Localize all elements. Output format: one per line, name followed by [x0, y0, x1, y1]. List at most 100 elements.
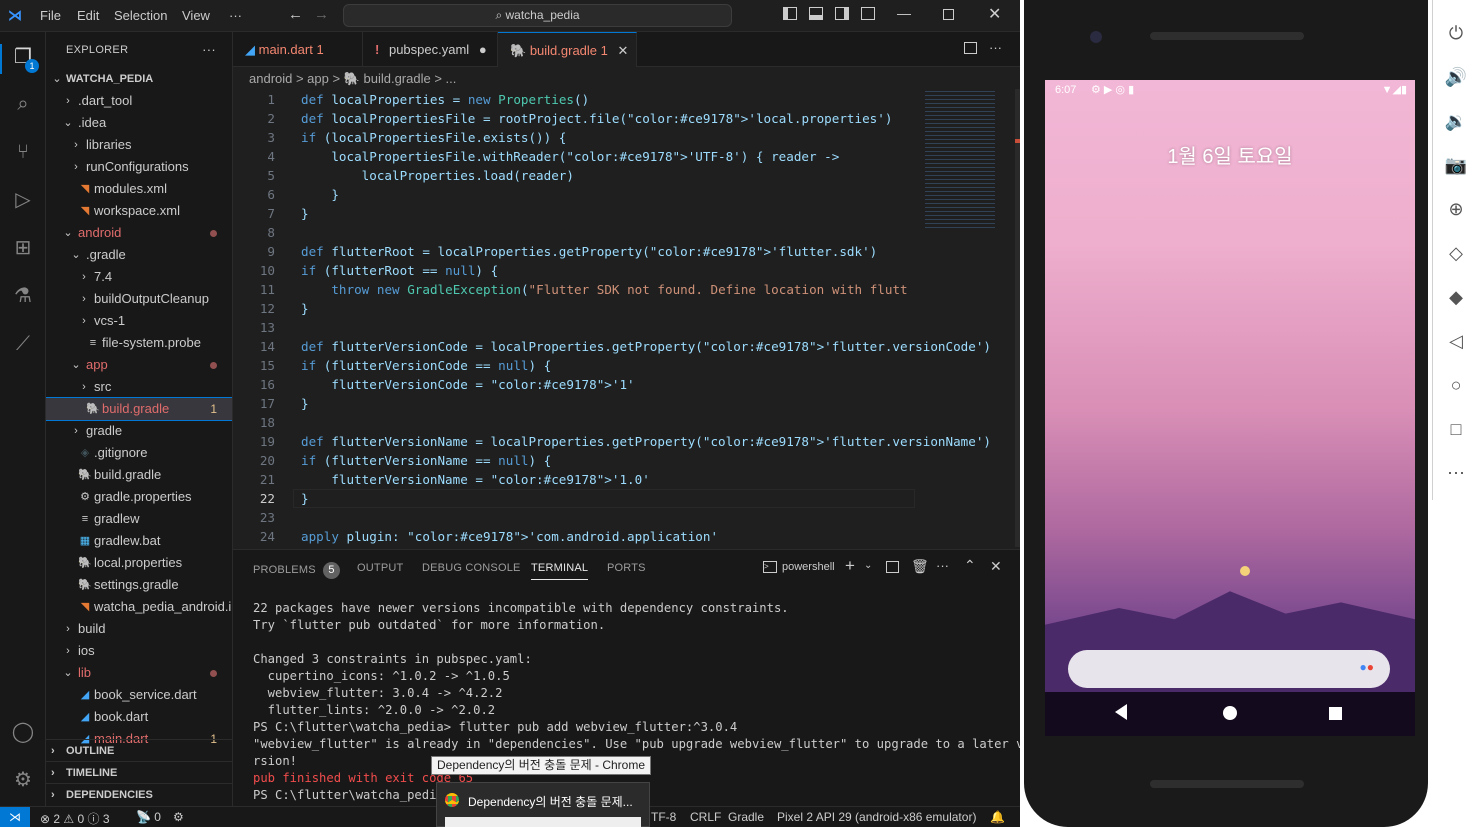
code-editor[interactable]: 1 def localProperties = new Properties() 2… [233, 89, 1020, 547]
tree-item[interactable]: ⌄ .idea [46, 112, 232, 134]
tree-item[interactable]: › runConfigurations [46, 156, 232, 178]
tab-terminal[interactable]: TERMINAL [531, 562, 589, 580]
ports-status[interactable]: 📡 0 [136, 810, 161, 824]
maximize-panel-icon[interactable]: ⌃ [964, 557, 976, 574]
menu-view[interactable]: View [182, 8, 210, 23]
back-arrow-icon[interactable]: ← [288, 6, 303, 23]
home-icon[interactable]: ○ [1443, 372, 1469, 398]
tab-debug-console[interactable]: DEBUG CONSOLE [422, 562, 521, 574]
terminal-line[interactable]: PS C:\flutter\watcha_pedia [253, 787, 444, 804]
tree-item[interactable]: ⚙ gradle.properties [46, 486, 232, 508]
terminal-line[interactable]: "webview_flutter" is already in "depende… [253, 736, 1020, 753]
close-window-icon[interactable]: ✕ [988, 4, 1001, 24]
minimize-icon[interactable]: — [897, 5, 911, 21]
power-icon[interactable]: ⏻ [1443, 20, 1469, 46]
tree-item[interactable]: › gradle [46, 420, 232, 442]
overview-icon[interactable]: □ [1443, 416, 1469, 442]
rotate-left-icon[interactable]: ◇ [1443, 240, 1469, 266]
nav-recents-icon[interactable] [1329, 707, 1342, 720]
new-terminal-icon[interactable]: + [845, 556, 855, 576]
nav-back-icon[interactable] [1115, 704, 1127, 720]
chevron-down-icon[interactable]: ⌄ [864, 560, 872, 571]
camera-icon[interactable]: 📷 [1443, 152, 1469, 178]
code-line[interactable]: } [301, 394, 309, 413]
menu-selection[interactable]: Selection [114, 8, 167, 23]
terminal-line[interactable]: cupertino_icons: ^1.0.2 -> ^1.0.5 [253, 668, 510, 685]
code-line[interactable]: } [301, 204, 309, 223]
tab-pubspec-yaml[interactable]: ! pubspec.yaml ● [363, 32, 498, 67]
workspace-root[interactable]: ⌄ WATCHA_PEDIA [46, 68, 232, 90]
code-line[interactable]: def localProperties = new Properties() [301, 90, 589, 109]
device-status[interactable]: Pixel 2 API 29 (android-x86 emulator) [777, 810, 976, 824]
tab-output[interactable]: OUTPUT [357, 562, 403, 574]
code-line[interactable]: apply plugin: "color:#ce9178">'com.andro… [301, 527, 718, 546]
more-icon[interactable]: ⋯ [1443, 460, 1469, 486]
taskbar-thumbnail[interactable]: Dependency의 버전 충돌 문제... [436, 782, 650, 827]
testing-icon[interactable]: ⚗ [10, 283, 36, 309]
menu-more[interactable]: ··· [229, 8, 242, 23]
tree-item[interactable]: 🐘 build.gradle 1 [46, 397, 232, 421]
toggle-sidebar-icon[interactable] [783, 7, 797, 20]
split-editor-icon[interactable] [964, 42, 977, 54]
tree-item[interactable]: ◥ modules.xml [46, 178, 232, 200]
tree-item[interactable]: › src [46, 376, 232, 398]
maximize-icon[interactable] [943, 9, 954, 20]
rotate-right-icon[interactable]: ◆ [1443, 284, 1469, 310]
timeline-section[interactable]: › TIMELINE [46, 761, 232, 783]
dependencies-section[interactable]: › DEPENDENCIES [46, 783, 232, 805]
minimap[interactable] [923, 89, 1013, 239]
code-line[interactable]: flutterVersionName = "color:#ce9178">'1.… [301, 470, 649, 489]
run-status-icon[interactable]: ⚙ [173, 810, 184, 824]
more-actions-icon[interactable]: ··· [202, 32, 216, 68]
outline-section[interactable]: › OUTLINE [46, 739, 232, 761]
source-control-icon[interactable]: ⑂ [10, 139, 36, 165]
code-line[interactable]: if (flutterVersionName == null) { [301, 451, 551, 470]
code-line[interactable]: } [301, 299, 309, 318]
forward-arrow-icon[interactable]: → [314, 6, 329, 23]
tree-item[interactable]: ≡ file-system.probe [46, 332, 232, 354]
tree-item[interactable]: ◈ .gitignore [46, 442, 232, 464]
split-terminal-icon[interactable] [886, 561, 899, 573]
menu-edit[interactable]: Edit [77, 8, 99, 23]
terminal-line[interactable]: Try `flutter pub outdated` for more info… [253, 617, 605, 634]
code-line[interactable]: flutterVersionCode = "color:#ce9178">'1' [301, 375, 634, 394]
code-line[interactable]: } [301, 185, 339, 204]
code-line[interactable]: throw new GradleException("Flutter SDK n… [301, 280, 907, 299]
terminal-line[interactable]: flutter_lints: ^2.0.0 -> ^2.0.2 [253, 702, 495, 719]
back-icon[interactable]: ◁ [1443, 328, 1469, 354]
search-icon[interactable]: ⌕ [10, 91, 36, 117]
terminal-line[interactable]: rsion! [253, 753, 297, 770]
toggle-panel-icon[interactable] [809, 7, 823, 20]
terminal-line[interactable]: PS C:\flutter\watcha_pedia> flutter pub … [253, 719, 737, 736]
code-line[interactable]: def flutterVersionCode = localProperties… [301, 337, 991, 356]
volume-up-icon[interactable]: 🔊 [1443, 64, 1469, 90]
language-status[interactable]: Gradle [728, 810, 764, 824]
close-panel-icon[interactable]: ✕ [990, 558, 1002, 575]
tree-item[interactable]: › .dart_tool [46, 90, 232, 112]
customize-layout-icon[interactable] [861, 7, 875, 20]
command-center-search[interactable]: ⌕ watcha_pedia [343, 4, 732, 27]
code-line[interactable]: if (flutterRoot == null) { [301, 261, 498, 280]
tree-item[interactable]: 🐘 local.properties [46, 552, 232, 574]
tree-item[interactable]: ≡ gradlew [46, 508, 232, 530]
tab-ports[interactable]: PORTS [607, 562, 646, 574]
trash-icon[interactable]: 🗑 [911, 558, 929, 575]
remote-indicator[interactable]: ⋊ [0, 807, 30, 827]
tree-item[interactable]: ⌄ app [46, 354, 232, 376]
eol-status[interactable]: CRLF [690, 810, 721, 824]
tree-item[interactable]: › libraries [46, 134, 232, 156]
zoom-icon[interactable]: ⊕ [1443, 196, 1469, 222]
google-assistant-icon[interactable]: ●● [1360, 660, 1375, 674]
close-tab-icon[interactable]: ✕ [618, 43, 629, 58]
account-icon[interactable]: ◯ [10, 719, 36, 745]
settings-gear-icon[interactable]: ⚙ [10, 767, 36, 793]
terminal-line[interactable]: 22 packages have newer versions incompat… [253, 600, 789, 617]
code-line[interactable]: def flutterRoot = localProperties.getPro… [301, 242, 877, 261]
toggle-secondary-sidebar-icon[interactable] [835, 7, 849, 20]
tree-item[interactable]: ⌄ lib [46, 662, 232, 684]
breadcrumb[interactable]: android > app > 🐘 build.gradle > ... [249, 71, 456, 87]
tab-problems[interactable]: PROBLEMS 5 [253, 562, 340, 579]
run-debug-icon[interactable]: ▷ [10, 187, 36, 213]
tree-item[interactable]: ⌄ .gradle [46, 244, 232, 266]
tree-item[interactable]: 🐘 settings.gradle [46, 574, 232, 596]
